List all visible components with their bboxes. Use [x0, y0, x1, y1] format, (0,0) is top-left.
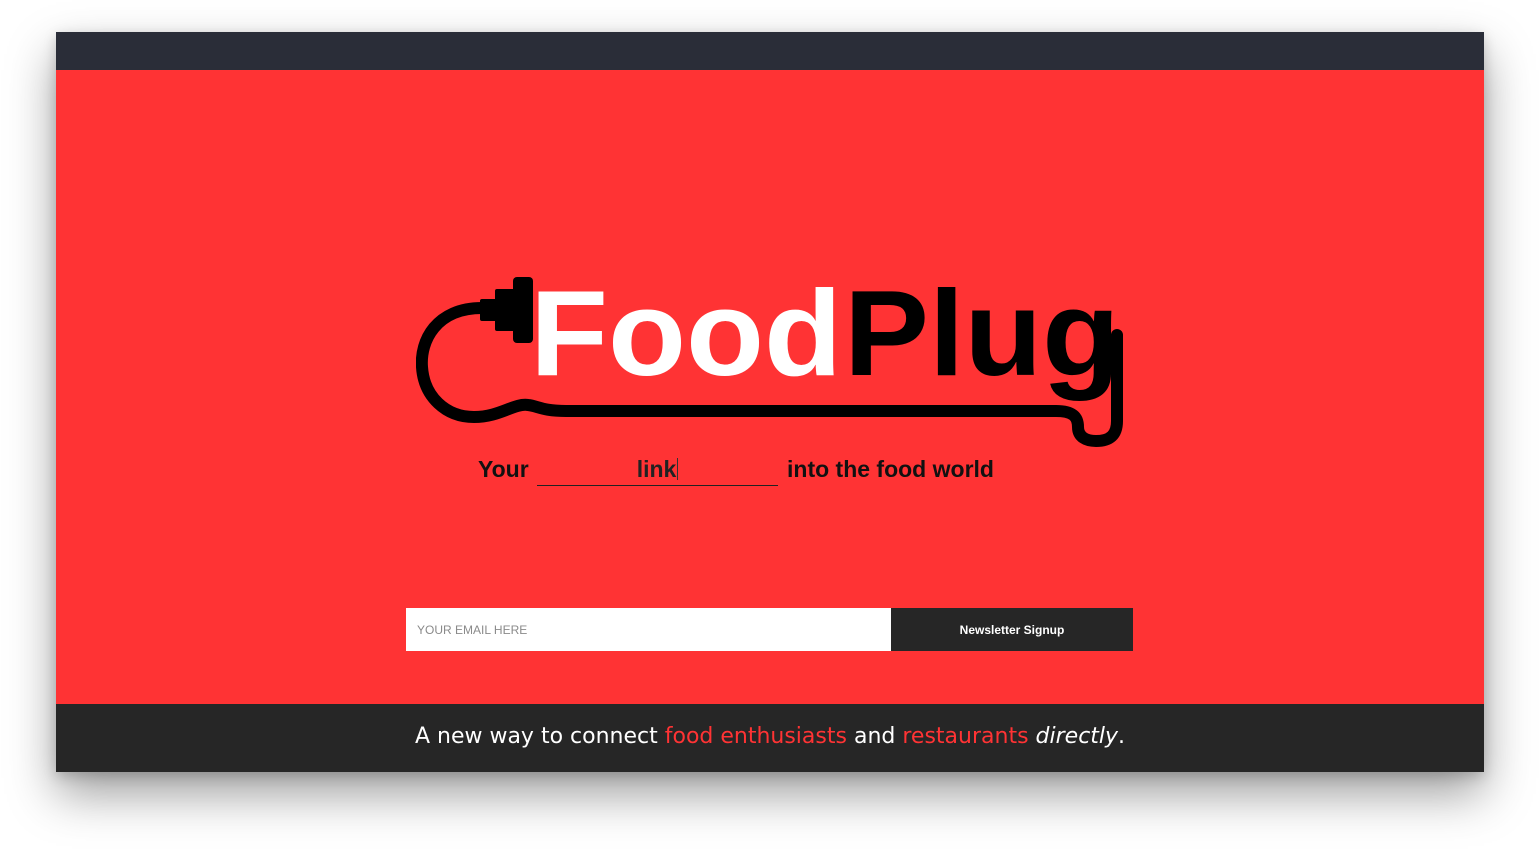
email-input[interactable] [406, 608, 891, 651]
footer-period: . [1118, 724, 1126, 749]
newsletter-form: Newsletter Signup [406, 608, 1133, 651]
tagline: Your link into the food world [478, 456, 1078, 490]
footer-highlight-restaurants: restaurants [902, 724, 1029, 749]
tagline-typed-word: link [636, 456, 677, 482]
footer-highlight-food-enthusiasts: food enthusiasts [664, 724, 847, 749]
top-bar [56, 32, 1484, 70]
tagline-prefix: Your [478, 456, 529, 482]
tagline-suffix: into the food world [787, 456, 994, 482]
footer-text-part2: and [853, 724, 896, 749]
footer-text-part1: A new way to connect [414, 724, 658, 749]
foodplug-logo: Food Plug [416, 275, 1126, 450]
footer-banner: A new way to connect food enthusiasts an… [56, 704, 1484, 772]
newsletter-signup-button[interactable]: Newsletter Signup [891, 608, 1133, 651]
text-caret [677, 458, 679, 480]
tagline-typed-blank: link [537, 456, 778, 486]
logo-word-plug: Plug [844, 275, 1120, 401]
browser-window: Food Plug Your link into the food world … [56, 32, 1484, 772]
logo-word-food: Food [530, 275, 842, 401]
footer-emphasis-directly: directly [1035, 724, 1119, 749]
hero-section: Food Plug Your link into the food world … [56, 70, 1484, 704]
